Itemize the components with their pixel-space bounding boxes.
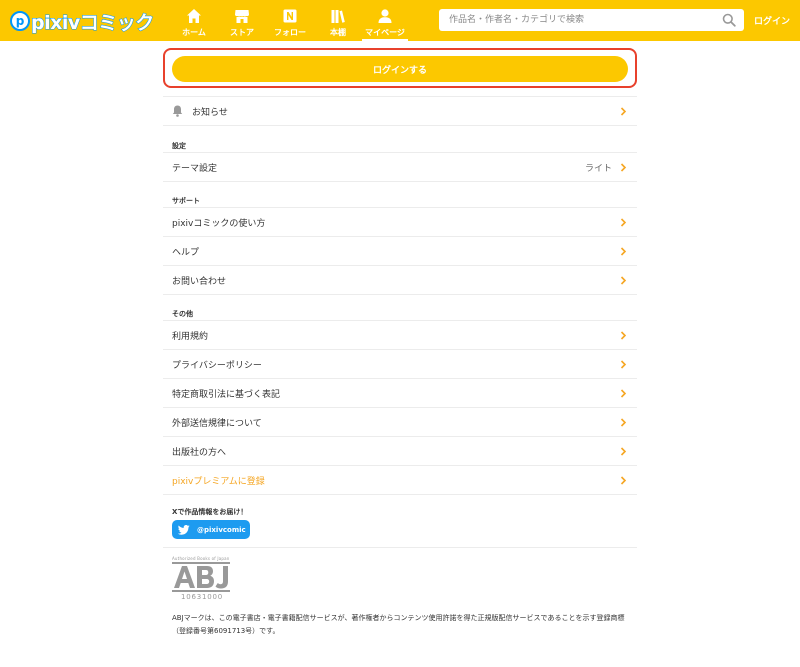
row-notice[interactable]: お知らせ [163, 97, 637, 126]
row-for-publishers[interactable]: 出版社の方へ [163, 437, 637, 466]
row-label: 出版社の方へ [172, 447, 227, 458]
follow-icon [283, 9, 297, 23]
chevron-right-icon [620, 359, 627, 369]
chevron-right-icon [620, 475, 627, 485]
row-help[interactable]: ヘルプ [163, 237, 637, 266]
x-follow-title: Xで作品情報をお届け！ [172, 508, 248, 516]
row-label: プライバシーポリシー [172, 360, 262, 371]
main-nav: ホーム ストア フォロー 本棚 マイページ [170, 0, 408, 41]
nav-mypage[interactable]: マイページ [362, 0, 408, 41]
store-icon [235, 10, 249, 23]
abj-logo-icon [172, 562, 230, 592]
search-icon[interactable] [722, 13, 736, 27]
row-commercial-law[interactable]: 特定商取引法に基づく表記 [163, 379, 637, 408]
user-icon [378, 9, 392, 23]
section-title-other: その他 [172, 310, 193, 318]
logo-text: pixivコミック [31, 8, 155, 35]
nav-bookshelf[interactable]: 本棚 [314, 0, 362, 41]
row-label: 外部送信規律について [172, 418, 262, 429]
chevron-right-icon [620, 417, 627, 427]
row-terms[interactable]: 利用規約 [163, 321, 637, 350]
row-contact[interactable]: お問い合わせ [163, 266, 637, 295]
section-title-settings: 設定 [172, 142, 186, 150]
search-bar [439, 9, 744, 31]
row-label: ヘルプ [172, 247, 200, 258]
search-input[interactable] [439, 9, 709, 31]
abj-description: ABJマークは、この電子書店・電子書籍配信サービスが、著作権者からコンテンツ使用… [172, 614, 625, 635]
chevron-right-icon [620, 106, 627, 116]
home-icon [187, 9, 201, 23]
abj-small-text: Authorized Books of Japan [172, 556, 230, 561]
abj-mark: Authorized Books of Japan 10631000 [172, 556, 232, 608]
theme-label: テーマ設定 [172, 163, 218, 174]
row-theme-setting[interactable]: テーマ設定 ライト [163, 153, 637, 182]
login-button[interactable]: ログインする [172, 56, 628, 82]
nav-follow[interactable]: フォロー [266, 0, 314, 41]
row-how-to-use[interactable]: pixivコミックの使い方 [163, 208, 637, 237]
row-label: お問い合わせ [172, 276, 227, 287]
twitter-follow-button[interactable]: @pixivcomic [172, 520, 250, 539]
chevron-right-icon [620, 217, 627, 227]
premium-label: pixivプレミアムに登録 [172, 476, 265, 487]
chevron-right-icon [620, 388, 627, 398]
chevron-right-icon [620, 162, 627, 172]
nav-home-label: ホーム [182, 28, 206, 37]
row-label: pixivコミックの使い方 [172, 218, 266, 229]
pixiv-comic-logo[interactable]: p pixivコミック [10, 8, 155, 35]
theme-value: ライト [584, 163, 612, 174]
section-title-support: サポート [172, 197, 200, 205]
chevron-right-icon [620, 330, 627, 340]
logo-text-comic: コミック [79, 11, 155, 34]
row-external-transmission[interactable]: 外部送信規律について [163, 408, 637, 437]
divider [163, 547, 637, 548]
logo-text-pixiv: pixiv [31, 11, 81, 34]
row-label: 利用規約 [172, 331, 209, 342]
row-premium-register[interactable]: pixivプレミアムに登録 [163, 466, 637, 495]
abj-number: 10631000 [181, 593, 224, 601]
bell-icon [172, 105, 183, 117]
nav-store-label: ストア [230, 28, 254, 37]
header-login-link[interactable]: ログイン [754, 14, 790, 27]
bookshelf-icon [331, 10, 345, 23]
row-label: 特定商取引法に基づく表記 [172, 389, 281, 400]
nav-bookshelf-label: 本棚 [330, 28, 346, 37]
nav-mypage-label: マイページ [365, 28, 405, 37]
twitter-handle: @pixivcomic [197, 525, 246, 534]
chevron-right-icon [620, 446, 627, 456]
chevron-right-icon [620, 246, 627, 256]
chevron-right-icon [620, 275, 627, 285]
logo-mark-icon: p [10, 11, 30, 31]
twitter-bird-icon [178, 524, 190, 535]
nav-store[interactable]: ストア [218, 0, 266, 41]
top-header: p pixivコミック ホーム ストア フォロー 本棚 マイページ ログイン [0, 0, 800, 41]
nav-follow-label: フォロー [274, 28, 306, 37]
nav-home[interactable]: ホーム [170, 0, 218, 41]
row-privacy-policy[interactable]: プライバシーポリシー [163, 350, 637, 379]
notice-label: お知らせ [192, 107, 228, 118]
